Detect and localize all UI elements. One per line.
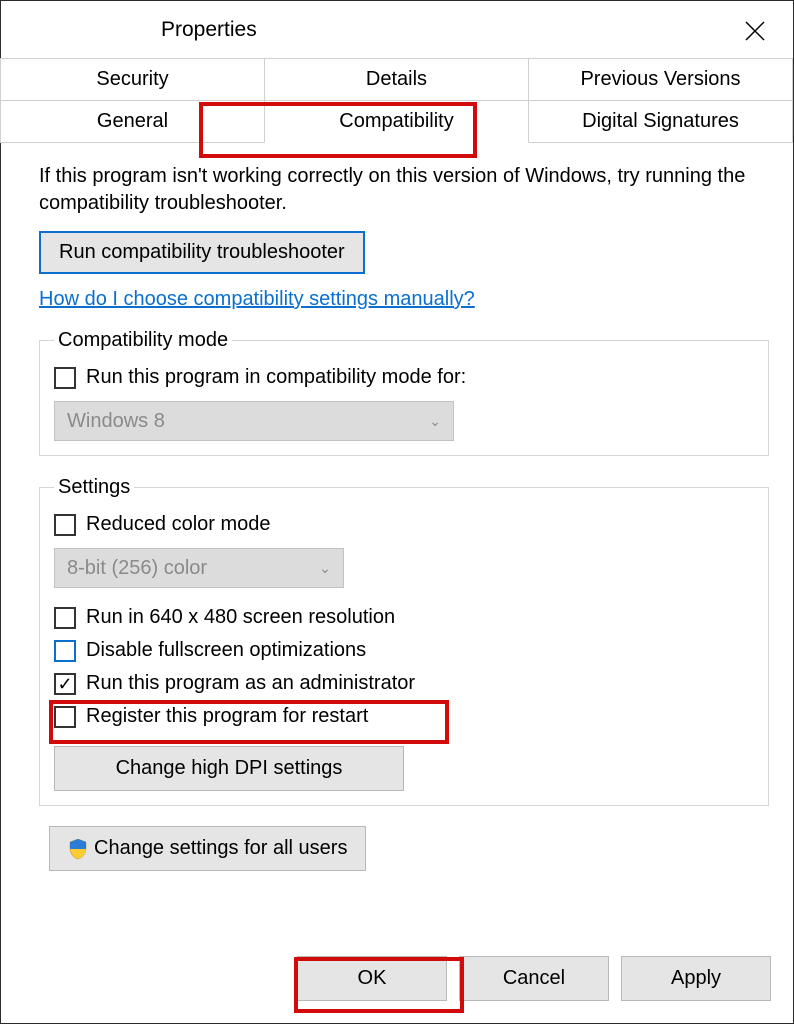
window-title: Properties (161, 18, 257, 42)
settings-legend: Settings (54, 476, 134, 499)
compat-mode-checkbox[interactable] (54, 367, 76, 389)
compat-mode-label: Run this program in compatibility mode f… (86, 366, 466, 389)
compat-mode-combo[interactable]: Windows 8 ⌄ (54, 401, 454, 441)
run-640x480-checkbox[interactable] (54, 607, 76, 629)
run-as-admin-checkbox[interactable] (54, 673, 76, 695)
settings-group: Settings Reduced color mode 8-bit (256) … (39, 476, 769, 806)
compatibility-mode-group: Compatibility mode Run this program in c… (39, 329, 769, 456)
manual-settings-link[interactable]: How do I choose compatibility settings m… (39, 288, 475, 311)
tab-security[interactable]: Security (0, 58, 265, 101)
color-depth-combo-value: 8-bit (256) color (67, 557, 207, 580)
cancel-button[interactable]: Cancel (459, 956, 609, 1001)
run-640x480-label: Run in 640 x 480 screen resolution (86, 606, 395, 629)
tab-details[interactable]: Details (264, 58, 529, 101)
tab-general[interactable]: General (0, 100, 265, 143)
compatibility-mode-legend: Compatibility mode (54, 329, 232, 352)
reduced-color-checkbox[interactable] (54, 514, 76, 536)
tab-digital-signatures[interactable]: Digital Signatures (528, 100, 793, 143)
change-settings-all-users-label: Change settings for all users (94, 837, 347, 860)
disable-fullscreen-label: Disable fullscreen optimizations (86, 639, 366, 662)
register-restart-checkbox[interactable] (54, 706, 76, 728)
chevron-down-icon: ⌄ (319, 560, 331, 577)
change-settings-all-users-button[interactable]: Change settings for all users (49, 826, 366, 871)
register-restart-label: Register this program for restart (86, 705, 368, 728)
tab-previous-versions[interactable]: Previous Versions (528, 58, 793, 101)
shield-icon (68, 838, 88, 860)
compatibility-pane: If this program isn't working correctly … (1, 142, 793, 944)
dialog-button-bar: OK Cancel Apply (1, 944, 793, 1023)
run-troubleshooter-button[interactable]: Run compatibility troubleshooter (39, 231, 365, 274)
tab-compatibility[interactable]: Compatibility (264, 100, 529, 143)
intro-text: If this program isn't working correctly … (39, 163, 769, 217)
color-depth-combo[interactable]: 8-bit (256) color ⌄ (54, 548, 344, 588)
compat-mode-combo-value: Windows 8 (67, 410, 165, 433)
ok-button[interactable]: OK (297, 956, 447, 1001)
chevron-down-icon: ⌄ (429, 413, 441, 430)
close-icon (744, 20, 766, 42)
run-as-admin-label: Run this program as an administrator (86, 672, 415, 695)
properties-dialog: Properties Security Details Previous Ver… (0, 0, 794, 1024)
close-button[interactable] (735, 11, 775, 51)
tab-strip: Security Details Previous Versions Gener… (1, 59, 793, 143)
change-dpi-settings-button[interactable]: Change high DPI settings (54, 746, 404, 791)
disable-fullscreen-checkbox[interactable] (54, 640, 76, 662)
reduced-color-label: Reduced color mode (86, 513, 271, 536)
titlebar: Properties (1, 1, 793, 59)
apply-button[interactable]: Apply (621, 956, 771, 1001)
